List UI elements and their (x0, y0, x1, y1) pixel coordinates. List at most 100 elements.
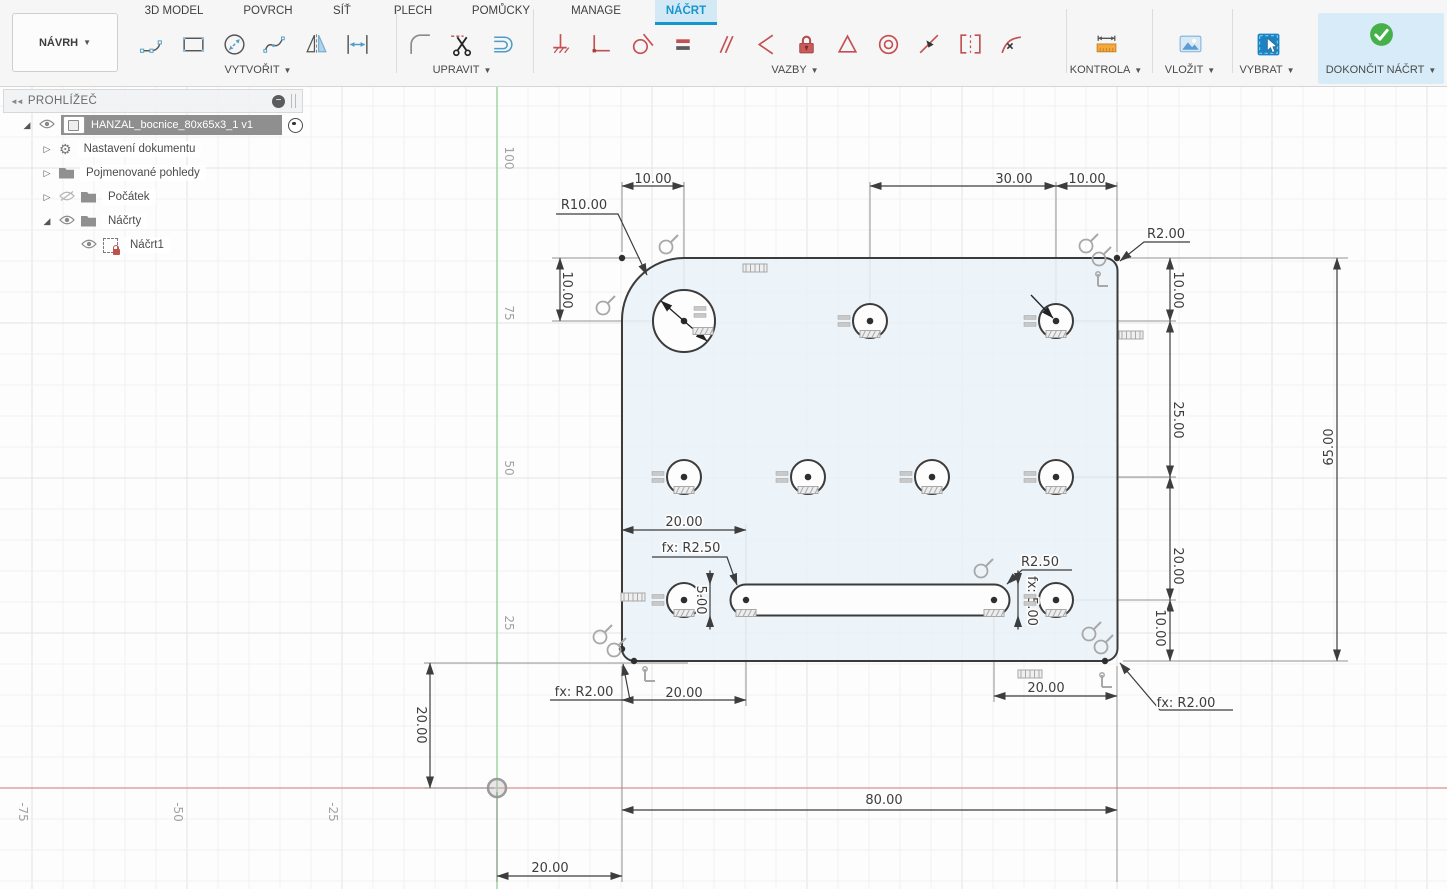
tab-sit[interactable]: SÍŤ (320, 0, 364, 22)
select-tool-icon[interactable] (1248, 26, 1289, 62)
tab-3d-model[interactable]: 3D MODEL (138, 0, 210, 22)
panel-resize-grip[interactable] (291, 94, 296, 108)
tab-nacrt[interactable]: NÁČRT (655, 0, 717, 25)
svg-text:fx: R2.00: fx: R2.00 (1157, 696, 1216, 711)
offset-tool-icon[interactable] (482, 26, 523, 62)
spline-tool-icon[interactable] (255, 26, 296, 62)
collapsed-triangle-icon[interactable]: ▷ (41, 144, 53, 155)
svg-text:20.00: 20.00 (1170, 547, 1185, 584)
tangent-constraint-icon[interactable] (622, 26, 663, 62)
select-group-label[interactable]: VYBRAT▼ (1239, 64, 1294, 76)
browser-item-sketches[interactable]: ◢ Náčrty (3, 209, 303, 233)
svg-text:10.00: 10.00 (1068, 172, 1105, 187)
rectangle-tool-icon[interactable] (173, 26, 214, 62)
item-label: Počátek (102, 189, 156, 205)
svg-text:5.00: 5.00 (693, 586, 708, 615)
curvature-constraint-icon[interactable] (991, 26, 1032, 62)
browser-header: ◄◄ PROHLÍŽEČ − (3, 89, 303, 113)
svg-text:fx: R2.00: fx: R2.00 (555, 685, 614, 700)
svg-text:30.00: 30.00 (995, 172, 1032, 187)
insert-group-label[interactable]: VLOŽIT▼ (1165, 64, 1215, 76)
insert-image-icon[interactable] (1170, 26, 1211, 62)
constraints-group-label[interactable]: VAZBY▼ (771, 64, 818, 76)
component-icon (63, 116, 85, 134)
create-group (132, 26, 378, 62)
parallel-constraint-icon[interactable] (704, 26, 745, 62)
svg-text:fx: 5.00: fx: 5.00 (1024, 576, 1039, 626)
collapsed-triangle-icon[interactable]: ▷ (41, 192, 53, 203)
modify-group-label[interactable]: UPRAVIT▼ (433, 64, 492, 76)
visibility-eye-icon[interactable] (39, 119, 55, 132)
tab-manage[interactable]: MANAGE (560, 0, 632, 22)
finish-sketch-block[interactable]: DOKONČIT NÁČRT▼ (1318, 13, 1444, 84)
item-label: Nastavení dokumentu (78, 141, 202, 157)
perpendicular-constraint-icon[interactable] (745, 26, 786, 62)
svg-text:65.00: 65.00 (1322, 428, 1337, 465)
equal-constraint-icon[interactable] (663, 26, 704, 62)
svg-text:10.00: 10.00 (559, 271, 574, 308)
hide-all-icon[interactable]: − (272, 95, 285, 108)
toolbar: NÁVRH ▼ 3D MODEL POVRCH SÍŤ PLECH POMŮCK… (0, 0, 1447, 87)
root-component-bar[interactable]: HANZAL_bocnice_80x65x3_1 v1 (61, 115, 282, 135)
tab-povrch[interactable]: POVRCH (234, 0, 302, 22)
expand-triangle-icon[interactable]: ◢ (21, 120, 33, 131)
collinear-constraint-icon[interactable] (909, 26, 950, 62)
tab-plech[interactable]: PLECH (386, 0, 440, 22)
svg-text:20.00: 20.00 (665, 686, 702, 701)
expand-triangle-icon[interactable]: ◢ (41, 216, 53, 227)
line-tool-icon[interactable] (132, 26, 173, 62)
mirror-tool-icon[interactable] (296, 26, 337, 62)
measure-tool-icon[interactable] (1086, 26, 1127, 62)
svg-text:25: 25 (502, 615, 516, 630)
select-group (1248, 26, 1289, 62)
chevron-down-icon: ▼ (83, 38, 91, 47)
item-label: Náčrty (102, 213, 147, 229)
circle-tool-icon[interactable] (214, 26, 255, 62)
collapsed-triangle-icon[interactable]: ▷ (41, 168, 53, 179)
activate-component-radio[interactable] (288, 118, 303, 133)
browser-item-document-settings[interactable]: ▷ ⚙ Nastavení dokumentu (3, 137, 303, 161)
gear-icon: ⚙ (59, 142, 72, 156)
svg-text:75: 75 (502, 305, 516, 320)
browser-item-origin[interactable]: ▷ Počátek (3, 185, 303, 209)
inspect-group (1086, 26, 1127, 62)
tab-pomucky[interactable]: POMŮCKY (464, 0, 538, 22)
svg-text:10.00: 10.00 (634, 172, 671, 187)
coincident-constraint-icon[interactable] (581, 26, 622, 62)
root-component-label: HANZAL_bocnice_80x65x3_1 v1 (91, 119, 253, 131)
browser-panel: ◄◄ PROHLÍŽEČ − ◢ HANZAL_bocnice_80x65x3_… (3, 89, 303, 257)
sketch-dimension-tool-icon[interactable] (337, 26, 378, 62)
svg-text:-25: -25 (326, 802, 340, 822)
folder-icon (81, 192, 96, 203)
horizontal-vertical-constraint-icon[interactable] (540, 26, 581, 62)
create-group-label[interactable]: VYTVOŘIT▼ (225, 64, 292, 76)
svg-text:80.00: 80.00 (865, 793, 902, 808)
trim-tool-icon[interactable] (441, 26, 482, 62)
browser-item-named-views[interactable]: ▷ Pojmenované pohledy (3, 161, 303, 185)
fillet-tool-icon[interactable] (400, 26, 441, 62)
browser-root-row[interactable]: ◢ HANZAL_bocnice_80x65x3_1 v1 (3, 113, 303, 137)
collapse-panel-icon[interactable]: ◄◄ (10, 97, 22, 106)
svg-text:R2.00: R2.00 (1147, 227, 1185, 242)
document-menu-label: NÁVRH (39, 37, 78, 49)
finish-sketch-icon[interactable] (1361, 16, 1402, 52)
concentric-constraint-icon[interactable] (868, 26, 909, 62)
finish-sketch-label[interactable]: DOKONČIT NÁČRT▼ (1326, 64, 1437, 76)
svg-text:20.00: 20.00 (413, 706, 428, 743)
visibility-eye-icon[interactable] (59, 215, 75, 228)
browser-item-sketch1[interactable]: Náčrt1 (3, 233, 303, 257)
fix-unfix-constraint-icon[interactable] (786, 26, 827, 62)
svg-text:fx: R2.50: fx: R2.50 (662, 541, 721, 556)
document-menu-button[interactable]: NÁVRH ▼ (12, 13, 118, 72)
symmetry-constraint-icon[interactable] (950, 26, 991, 62)
constraints-group (540, 26, 1032, 62)
svg-text:50: 50 (502, 460, 516, 475)
svg-text:R10.00: R10.00 (561, 198, 607, 213)
browser-title: PROHLÍŽEČ (28, 95, 266, 107)
visibility-off-eye-icon[interactable] (59, 191, 75, 204)
inspect-group-label[interactable]: KONTROLA▼ (1070, 64, 1142, 76)
midpoint-constraint-icon[interactable] (827, 26, 868, 62)
sketch-locked-icon (103, 238, 118, 253)
svg-text:20.00: 20.00 (665, 515, 702, 530)
visibility-eye-icon[interactable] (81, 239, 97, 252)
